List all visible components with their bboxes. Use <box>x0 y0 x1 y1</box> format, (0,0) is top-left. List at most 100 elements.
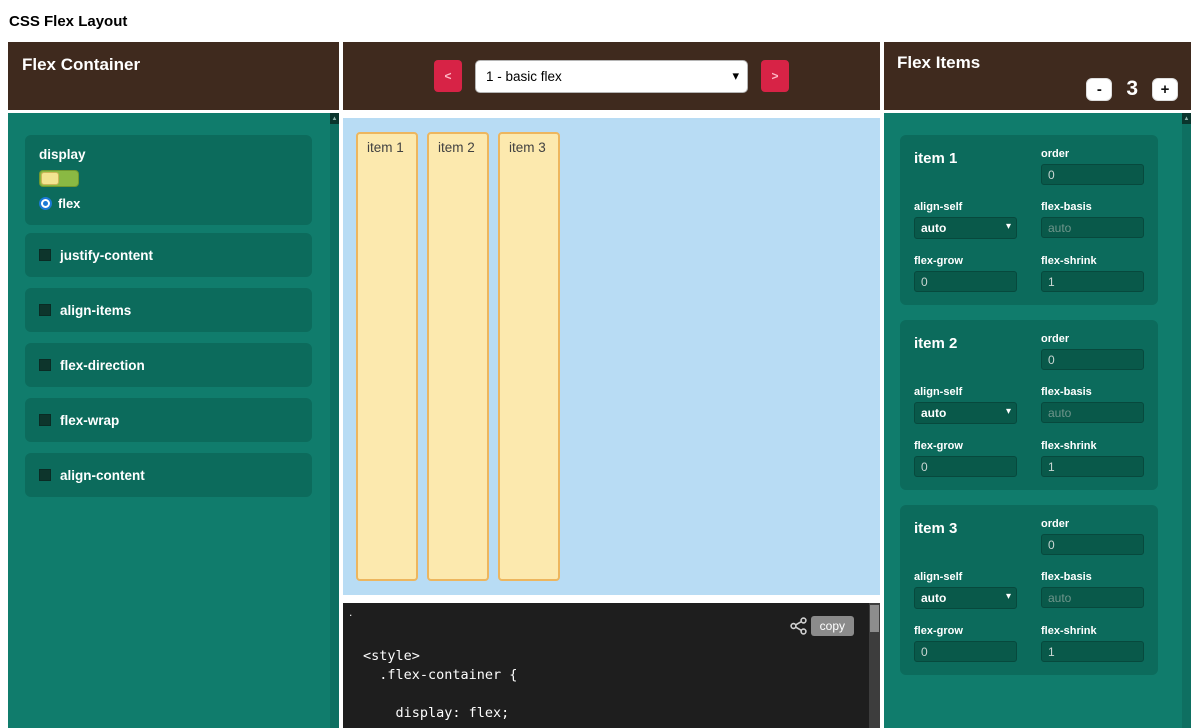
align-self-select[interactable]: auto <box>914 217 1017 239</box>
flex-basis-field: flex-basis <box>1041 571 1144 608</box>
property-card-align-content: align-content <box>25 453 312 497</box>
flex-shrink-field: flex-shrink <box>1041 255 1144 292</box>
scroll-up-arrow-icon[interactable]: ▲ <box>1182 113 1191 124</box>
item-count-controls: - 3 + <box>897 77 1178 101</box>
scroll-up-arrow-icon[interactable]: ▲ <box>330 113 339 124</box>
order-input[interactable] <box>1041 349 1144 370</box>
property-card-flex-wrap: flex-wrap <box>25 398 312 442</box>
display-flex-radio-label: flex <box>58 196 80 211</box>
flex-shrink-input[interactable] <box>1041 456 1144 477</box>
add-item-button[interactable]: + <box>1152 78 1178 101</box>
flex-container-panel-header: Flex Container <box>8 42 339 110</box>
flex-grow-input[interactable] <box>914 641 1017 662</box>
display-label: display <box>39 147 298 162</box>
display-toggle[interactable] <box>39 170 79 187</box>
order-label: order <box>1041 148 1144 160</box>
flex-grow-field: flex-grow <box>914 440 1017 477</box>
flex-basis-input[interactable] <box>1041 587 1144 608</box>
align-self-select-wrap: auto ▾ <box>914 217 1017 239</box>
example-select[interactable]: 1 - basic flex <box>475 60 748 93</box>
next-example-button[interactable]: > <box>761 60 789 92</box>
flex-shrink-input[interactable] <box>1041 271 1144 292</box>
flex-shrink-label: flex-shrink <box>1041 255 1144 267</box>
flex-shrink-label: flex-shrink <box>1041 440 1144 452</box>
flex-items-panel-title: Flex Items <box>897 53 1178 73</box>
align-self-field: align-self auto ▾ <box>914 571 1017 609</box>
flex-grow-input[interactable] <box>914 271 1017 292</box>
code-panel: . copy <style> .flex-container { display… <box>343 603 880 728</box>
preview-flex-item-3: item 3 <box>498 132 560 581</box>
code-scrollbar-thumb[interactable] <box>870 605 879 632</box>
align-items-label: align-items <box>60 303 131 318</box>
flex-direction-checkbox[interactable] <box>39 359 51 371</box>
page-title: CSS Flex Layout <box>9 13 127 30</box>
align-self-select[interactable]: auto <box>914 587 1017 609</box>
flex-items-panel-header: Flex Items - 3 + <box>884 42 1191 110</box>
align-items-checkbox[interactable] <box>39 304 51 316</box>
item-card-title: item 2 <box>914 333 1017 352</box>
order-input[interactable] <box>1041 534 1144 555</box>
preview-panel: < 1 - basic flex ▾ > item 1 item 2 item … <box>343 42 880 728</box>
item-card-title: item 1 <box>914 148 1017 167</box>
item-card-title: item 3 <box>914 518 1017 537</box>
flex-shrink-field: flex-shrink <box>1041 625 1144 662</box>
display-flex-radio[interactable] <box>39 197 52 210</box>
align-self-field: align-self auto ▾ <box>914 201 1017 239</box>
code-line: display: flex; <box>363 704 856 723</box>
copy-code-button[interactable]: copy <box>811 616 854 636</box>
flex-grow-field: flex-grow <box>914 625 1017 662</box>
align-self-field: align-self auto ▾ <box>914 386 1017 424</box>
flex-grow-label: flex-grow <box>914 255 1017 267</box>
flex-basis-field: flex-basis <box>1041 386 1144 423</box>
flex-container-panel-title: Flex Container <box>8 42 339 75</box>
order-label: order <box>1041 333 1144 345</box>
property-card-flex-direction: flex-direction <box>25 343 312 387</box>
flex-grow-field: flex-grow <box>914 255 1017 292</box>
flex-basis-input[interactable] <box>1041 217 1144 238</box>
flex-shrink-field: flex-shrink <box>1041 440 1144 477</box>
item-count: 3 <box>1126 77 1138 101</box>
order-label: order <box>1041 518 1144 530</box>
flex-shrink-label: flex-shrink <box>1041 625 1144 637</box>
example-select-wrap: 1 - basic flex ▾ <box>475 60 748 93</box>
align-content-checkbox[interactable] <box>39 469 51 481</box>
right-panel-scrollbar[interactable]: ▲ <box>1182 113 1191 728</box>
flex-basis-label: flex-basis <box>1041 386 1144 398</box>
display-toggle-knob <box>41 172 59 185</box>
justify-content-checkbox[interactable] <box>39 249 51 261</box>
align-self-select[interactable]: auto <box>914 402 1017 424</box>
share-icon[interactable] <box>790 617 808 635</box>
property-card-align-items: align-items <box>25 288 312 332</box>
order-field: order <box>1041 333 1144 370</box>
align-self-label: align-self <box>914 201 1017 213</box>
flex-items-panel: Flex Items - 3 + item 1 order align-self <box>884 42 1191 728</box>
page-header: CSS Flex Layout <box>0 0 1199 42</box>
flex-grow-label: flex-grow <box>914 625 1017 637</box>
item-card-2: item 2 order align-self auto ▾ flex-basi <box>900 320 1158 490</box>
item-card-1: item 1 order align-self auto ▾ flex-basi <box>900 135 1158 305</box>
flex-container-panel: Flex Container display flex justify-cont… <box>8 42 339 728</box>
align-self-select-wrap: auto ▾ <box>914 587 1017 609</box>
remove-item-button[interactable]: - <box>1086 78 1112 101</box>
display-property-card: display flex <box>25 135 312 225</box>
previous-example-button[interactable]: < <box>434 60 462 92</box>
flex-shrink-input[interactable] <box>1041 641 1144 662</box>
left-panel-scrollbar[interactable]: ▲ <box>330 113 339 728</box>
flex-container-preview: item 1 item 2 item 3 <box>343 118 880 595</box>
code-scrollbar[interactable] <box>869 603 880 728</box>
align-self-label: align-self <box>914 386 1017 398</box>
css-code: <style> .flex-container { display: flex; <box>363 647 856 723</box>
flex-basis-input[interactable] <box>1041 402 1144 423</box>
code-line: <style> <box>363 647 856 666</box>
align-self-label: align-self <box>914 571 1017 583</box>
flex-basis-label: flex-basis <box>1041 571 1144 583</box>
flex-grow-input[interactable] <box>914 456 1017 477</box>
display-flex-radio-row: flex <box>39 196 298 211</box>
flex-container-panel-body: display flex justify-content align-items <box>8 113 339 728</box>
code-line: .flex-container { <box>363 666 856 685</box>
flex-wrap-label: flex-wrap <box>60 413 119 428</box>
flex-wrap-checkbox[interactable] <box>39 414 51 426</box>
order-input[interactable] <box>1041 164 1144 185</box>
preview-flex-item-1: item 1 <box>356 132 418 581</box>
flex-basis-label: flex-basis <box>1041 201 1144 213</box>
